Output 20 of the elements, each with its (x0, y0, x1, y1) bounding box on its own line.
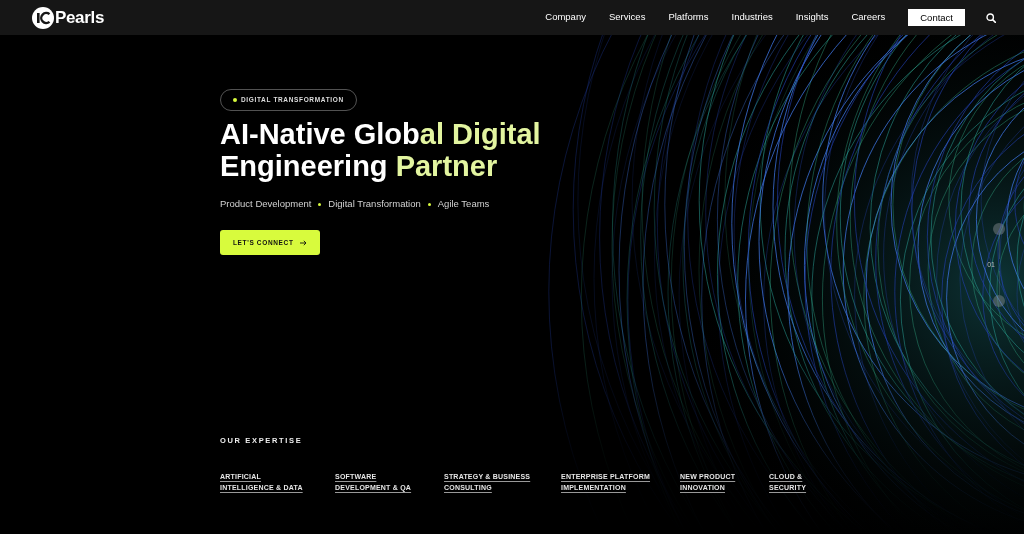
logo-mark-icon (32, 6, 54, 29)
bullet-dot-icon (427, 202, 431, 206)
hero-headline: AI-Native Global Digital Engineering Partner (220, 118, 542, 182)
service-label: Agile Teams (437, 198, 490, 210)
brand-logo[interactable]: Pearls (32, 4, 104, 31)
service-label: Digital Transformation (328, 198, 421, 210)
nav-link[interactable]: Company (545, 10, 586, 25)
bullet-dot-icon (318, 202, 322, 206)
slide-dot-icon[interactable] (993, 295, 1006, 307)
slide-dot-icon[interactable] (993, 223, 1006, 235)
search-icon[interactable] (986, 12, 996, 23)
nav-link[interactable]: Services (608, 10, 646, 25)
nav-link[interactable]: Industries (731, 10, 773, 25)
nav-link[interactable]: Platforms (668, 10, 709, 25)
service-label: Product Development (220, 198, 312, 210)
arrow-right-icon (299, 239, 307, 246)
status-dot-icon (233, 98, 237, 102)
nav-link[interactable]: Careers (851, 10, 886, 25)
nav-link[interactable]: Insights (795, 10, 829, 25)
contact-button[interactable]: Contact (908, 9, 965, 26)
